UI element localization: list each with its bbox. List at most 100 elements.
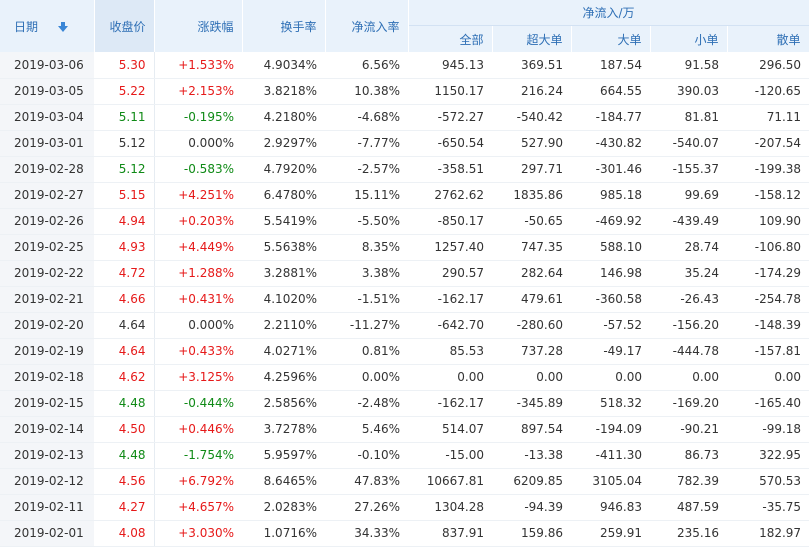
cell-all: -572.27	[408, 104, 492, 131]
cell-xlarge: -50.65	[492, 208, 571, 235]
cell-all: -15.00	[408, 442, 492, 469]
cell-date: 2019-02-25	[0, 234, 94, 261]
cell-small: -155.37	[650, 156, 727, 183]
cell-change: +4.657%	[154, 494, 242, 521]
cell-large: 664.55	[571, 78, 650, 105]
cell-large: -57.52	[571, 312, 650, 339]
cell-xlarge: 369.51	[492, 52, 571, 79]
cell-large: -301.46	[571, 156, 650, 183]
cell-net-rate: -2.57%	[325, 156, 408, 183]
cell-change: +0.431%	[154, 286, 242, 313]
table-row: 2019-02-11 4.27 +4.657% 2.0283% 27.26% 1304.2…	[0, 494, 809, 521]
cell-all: -162.17	[408, 286, 492, 313]
cell-xlarge: 479.61	[492, 286, 571, 313]
cell-net-rate: -5.50%	[325, 208, 408, 235]
cell-net-rate: 27.26%	[325, 494, 408, 521]
column-header-xlarge[interactable]: 超大单	[492, 25, 572, 52]
cell-change: -0.583%	[154, 156, 242, 183]
cell-net-rate: -1.51%	[325, 286, 408, 313]
cell-retail: -120.65	[727, 78, 809, 105]
cell-net-rate: 0.81%	[325, 338, 408, 365]
cell-turnover: 3.8218%	[242, 78, 325, 105]
cell-close: 4.50	[94, 416, 155, 443]
cell-xlarge: -540.42	[492, 104, 571, 131]
cell-large: -469.92	[571, 208, 650, 235]
cell-xlarge: -280.60	[492, 312, 571, 339]
table-row: 2019-02-22 4.72 +1.288% 3.2881% 3.38% 290.57 2…	[0, 260, 809, 287]
cell-turnover: 3.7278%	[242, 416, 325, 443]
cell-small: 235.16	[650, 520, 727, 547]
cell-net-rate: -0.10%	[325, 442, 408, 469]
table-row: 2019-02-25 4.93 +4.449% 5.5638% 8.35% 1257.40…	[0, 234, 809, 261]
cell-small: 487.59	[650, 494, 727, 521]
column-header-date[interactable]: 日期	[0, 0, 95, 52]
cell-date: 2019-02-13	[0, 442, 94, 469]
column-header-turnover[interactable]: 换手率	[242, 0, 326, 52]
cell-change: +1.288%	[154, 260, 242, 287]
cell-large: -194.09	[571, 416, 650, 443]
cell-all: 1150.17	[408, 78, 492, 105]
cell-net-rate: 3.38%	[325, 260, 408, 287]
cell-large: -49.17	[571, 338, 650, 365]
cell-net-rate: -11.27%	[325, 312, 408, 339]
cell-xlarge: 897.54	[492, 416, 571, 443]
table-row: 2019-02-20 4.64 0.000% 2.2110% -11.27% -642.7…	[0, 312, 809, 339]
column-header-all[interactable]: 全部	[408, 25, 493, 52]
cell-close: 4.64	[94, 312, 155, 339]
table-row: 2019-02-28 5.12 -0.583% 4.7920% -2.57% -358.5…	[0, 156, 809, 183]
cell-net-rate: -2.48%	[325, 390, 408, 417]
cell-small: -156.20	[650, 312, 727, 339]
table-row: 2019-02-27 5.15 +4.251% 6.4780% 15.11% 2762.6…	[0, 182, 809, 209]
column-header-large[interactable]: 大单	[571, 25, 651, 52]
cell-all: 10667.81	[408, 468, 492, 495]
cell-turnover: 4.2180%	[242, 104, 325, 131]
cell-close: 4.64	[94, 338, 155, 365]
cell-xlarge: 6209.85	[492, 468, 571, 495]
cell-net-rate: 15.11%	[325, 182, 408, 209]
cell-close: 5.22	[94, 78, 155, 105]
cell-close: 5.12	[94, 156, 155, 183]
cell-retail: 182.97	[727, 520, 809, 547]
column-header-retail[interactable]: 散单	[727, 25, 809, 52]
cell-small: 390.03	[650, 78, 727, 105]
cell-retail: 109.90	[727, 208, 809, 235]
cell-small: 99.69	[650, 182, 727, 209]
cell-close: 4.08	[94, 520, 155, 547]
cell-date: 2019-02-22	[0, 260, 94, 287]
cell-retail: 71.11	[727, 104, 809, 131]
cell-all: -358.51	[408, 156, 492, 183]
cell-net-rate: -7.77%	[325, 130, 408, 157]
cell-change: +0.446%	[154, 416, 242, 443]
cell-retail: 0.00	[727, 364, 809, 391]
column-header-close[interactable]: 收盘价	[94, 0, 155, 52]
sort-down-arrow-icon[interactable]	[57, 22, 68, 32]
cell-all: 2762.62	[408, 182, 492, 209]
table-row: 2019-02-26 4.94 +0.203% 5.5419% -5.50% -850.1…	[0, 208, 809, 235]
cell-large: -360.58	[571, 286, 650, 313]
cell-net-rate: 6.56%	[325, 52, 408, 79]
cell-turnover: 4.0271%	[242, 338, 325, 365]
cell-close: 4.66	[94, 286, 155, 313]
cell-turnover: 2.5856%	[242, 390, 325, 417]
column-header-change[interactable]: 涨跌幅	[154, 0, 243, 52]
cell-date: 2019-02-18	[0, 364, 94, 391]
cell-close: 4.48	[94, 390, 155, 417]
cell-xlarge: 0.00	[492, 364, 571, 391]
column-header-small[interactable]: 小单	[650, 25, 728, 52]
column-header-net-rate[interactable]: 净流入率	[325, 0, 409, 52]
cell-date: 2019-02-27	[0, 182, 94, 209]
cell-date: 2019-02-28	[0, 156, 94, 183]
cell-small: -169.20	[650, 390, 727, 417]
cell-turnover: 3.2881%	[242, 260, 325, 287]
cell-xlarge: 297.71	[492, 156, 571, 183]
cell-change: -1.754%	[154, 442, 242, 469]
cell-all: 945.13	[408, 52, 492, 79]
cell-change: -0.195%	[154, 104, 242, 131]
cell-change: 0.000%	[154, 130, 242, 157]
cell-change: +1.533%	[154, 52, 242, 79]
cell-all: -850.17	[408, 208, 492, 235]
cell-turnover: 1.0716%	[242, 520, 325, 547]
cell-retail: -174.29	[727, 260, 809, 287]
column-header-date-label: 日期	[14, 19, 39, 34]
cell-net-rate: 10.38%	[325, 78, 408, 105]
